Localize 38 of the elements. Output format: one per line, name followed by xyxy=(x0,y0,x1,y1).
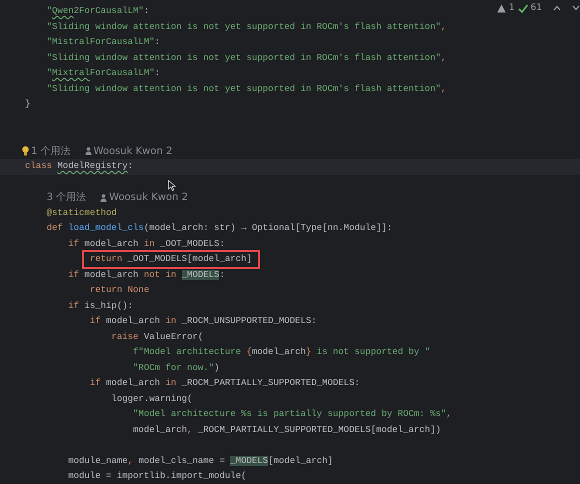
warning-icon xyxy=(496,4,506,12)
usages-hint[interactable]: 3 个用法 xyxy=(46,190,86,206)
code-line: "MixtralForCausalLM": xyxy=(46,67,160,80)
author-hint[interactable]: Woosuk Kwon 2 xyxy=(94,144,172,159)
person-icon xyxy=(100,194,108,202)
code-line: def load_model_cls(model_arch: str) → Optional[Type[nn.Module]]: xyxy=(46,222,392,235)
caret-up-icon xyxy=(553,5,561,11)
code-line: class ModelRegistry: xyxy=(25,160,134,173)
code-line: return None xyxy=(90,284,150,297)
caret-down-icon xyxy=(572,5,580,11)
warning-count: 1 xyxy=(508,3,515,13)
mouse-cursor-icon xyxy=(168,180,176,191)
code-line: "Sliding window attention is not yet supported in ROCm's flash attention", xyxy=(46,82,446,96)
code-line: } xyxy=(25,98,30,111)
code-line: if model_arch in _ROCM_UNSUPPORTED_MODELS: xyxy=(90,315,317,328)
code-line: module_name, model_cls_name = _MODELS[model_arch] xyxy=(68,454,333,468)
code-line: "Sliding window attention is not yet supported in ROCm's flash attention", xyxy=(46,52,446,64)
code-line: "Qwen2ForCausalLM": xyxy=(46,5,150,18)
code-line: if model_arch not in _MODELS: xyxy=(68,268,225,282)
code-line: model_arch, _ROCM_PARTIALLY_SUPPORTED_MODELS[model_arch]) xyxy=(133,424,441,436)
code-line: "Sliding window attention is not yet supported in ROCm's flash attention", xyxy=(46,20,446,34)
code-line: "ROCm for now.") xyxy=(133,362,220,374)
check-icon xyxy=(518,4,528,12)
code-line: f"Model architecture {model_arch} is not supported by " xyxy=(133,346,430,359)
code-line: return _OOT_MODELS[model_arch] xyxy=(90,253,252,266)
code-line: if model_arch in _OOT_MODELS: xyxy=(68,238,225,250)
code-line: module = importlib.import_module( xyxy=(68,470,246,483)
usages-hint[interactable]: 1 个用法 xyxy=(31,144,71,159)
author-hint[interactable]: Woosuk Kwon 2 xyxy=(109,190,188,206)
code-line: "Model architecture %s is partially supported by ROCm: %s", xyxy=(133,408,452,421)
code-line: @staticmethod xyxy=(46,206,117,220)
code-line: if is_hip(): xyxy=(68,300,134,312)
code-line: if model_arch in _ROCM_PARTIALLY_SUPPORTED_MODELS: xyxy=(90,377,360,390)
person-icon xyxy=(84,147,92,156)
code-line: raise ValueError( xyxy=(111,330,204,344)
code-line: logger.warning( xyxy=(111,392,192,406)
code-line: "MistralForCausalLM": xyxy=(46,36,160,49)
check-count: 61 xyxy=(530,3,542,13)
